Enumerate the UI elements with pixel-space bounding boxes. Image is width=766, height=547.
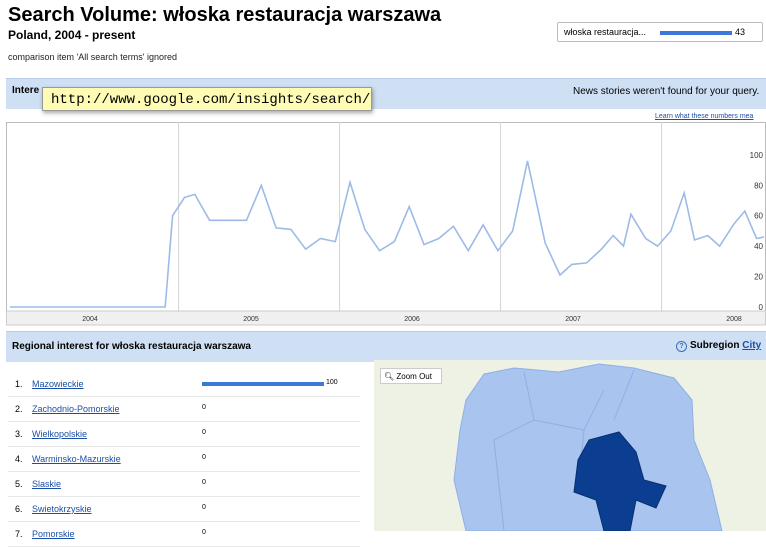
region-value: 0 [202,479,206,486]
region-row: 2. Zachodnio-Pomorskie 0 [8,397,360,422]
x-tick-label: 2007 [565,316,581,323]
region-link[interactable]: Mazowieckie [32,379,84,389]
region-list: 1. Mazowieckie 100 2. Zachodnio-Pomorskie 0 3.… [8,372,360,547]
region-value: 0 [202,504,206,511]
region-row: 6. Swietokrzyskie 0 [8,497,360,522]
magnifier-icon: 🔍︎ [384,372,395,381]
x-axis-band [6,310,766,326]
learn-numbers-link[interactable]: Learn what these numbers mea [655,113,753,120]
page-title: Search Volume: włoska restauracja warsza… [8,4,442,26]
region-map[interactable] [374,360,766,531]
search-term-legend[interactable]: włoska restauracja... 43 [557,22,763,42]
region-rank: 4. [15,454,23,464]
y-tick-label: 20 [754,273,763,282]
interest-over-time-chart: 2004 2005 2006 2007 2008 0 20 40 60 80 100 [6,122,766,326]
x-tick-label: 2004 [82,316,98,323]
region-rank: 1. [15,379,23,389]
y-tick-label: 100 [750,151,764,160]
help-icon[interactable]: ? [676,341,687,352]
poland-map [453,363,723,531]
region-link[interactable]: Wielkopolskie [32,429,87,439]
region-row: 7. Pomorskie 0 [8,522,360,547]
y-tick-label: 0 [759,303,764,312]
region-link[interactable]: Zachodnio-Pomorskie [32,404,120,414]
subregion-label: Subregion [690,340,740,351]
region-row: 1. Mazowieckie 100 [8,372,360,397]
y-tick-label: 80 [754,181,763,190]
search-term-value: 43 [735,27,746,37]
zoom-out-label: Zoom Out [396,372,432,381]
y-tick-label: 60 [754,212,763,221]
region-rank: 5. [15,479,23,489]
comparison-note: comparison item 'All search terms' ignor… [8,52,178,62]
interest-section-label: Intere [12,85,40,96]
y-tick-label: 40 [754,242,763,251]
region-value: 0 [202,404,206,411]
region-value: 0 [202,454,206,461]
subregion-selector[interactable]: ? Subregion City [676,340,761,352]
region-link[interactable]: Slaskie [32,479,61,489]
region-rank: 3. [15,429,23,439]
region-value: 100 [326,379,338,386]
news-message: News stories weren't found for your quer… [573,86,760,97]
region-bar [202,382,324,386]
region-row: 5. Slaskie 0 [8,472,360,497]
city-link[interactable]: City [742,340,761,351]
region-row: 3. Wielkopolskie 0 [8,422,360,447]
region-rank: 6. [15,504,23,514]
region-link[interactable]: Swietokrzyskie [32,504,92,514]
region-rank: 2. [15,404,23,414]
x-tick-label: 2005 [243,316,259,323]
regional-section-label: Regional interest for włoska restauracja… [12,341,251,352]
x-tick-label: 2006 [404,316,420,323]
region-value: 0 [202,429,206,436]
search-term-bar [660,31,732,35]
x-tick-label: 2008 [726,316,742,323]
page-subtitle: Poland, 2004 - present [8,28,136,42]
region-row: 4. Warminsko-Mazurskie 0 [8,447,360,472]
region-value: 0 [202,529,206,536]
zoom-out-button[interactable]: 🔍︎ Zoom Out [380,368,442,384]
url-tooltip: http://www.google.com/insights/search/ [42,87,372,111]
region-link[interactable]: Warminsko-Mazurskie [32,454,121,464]
search-term-label: włoska restauracja... [564,27,647,37]
chart-frame [6,122,766,312]
